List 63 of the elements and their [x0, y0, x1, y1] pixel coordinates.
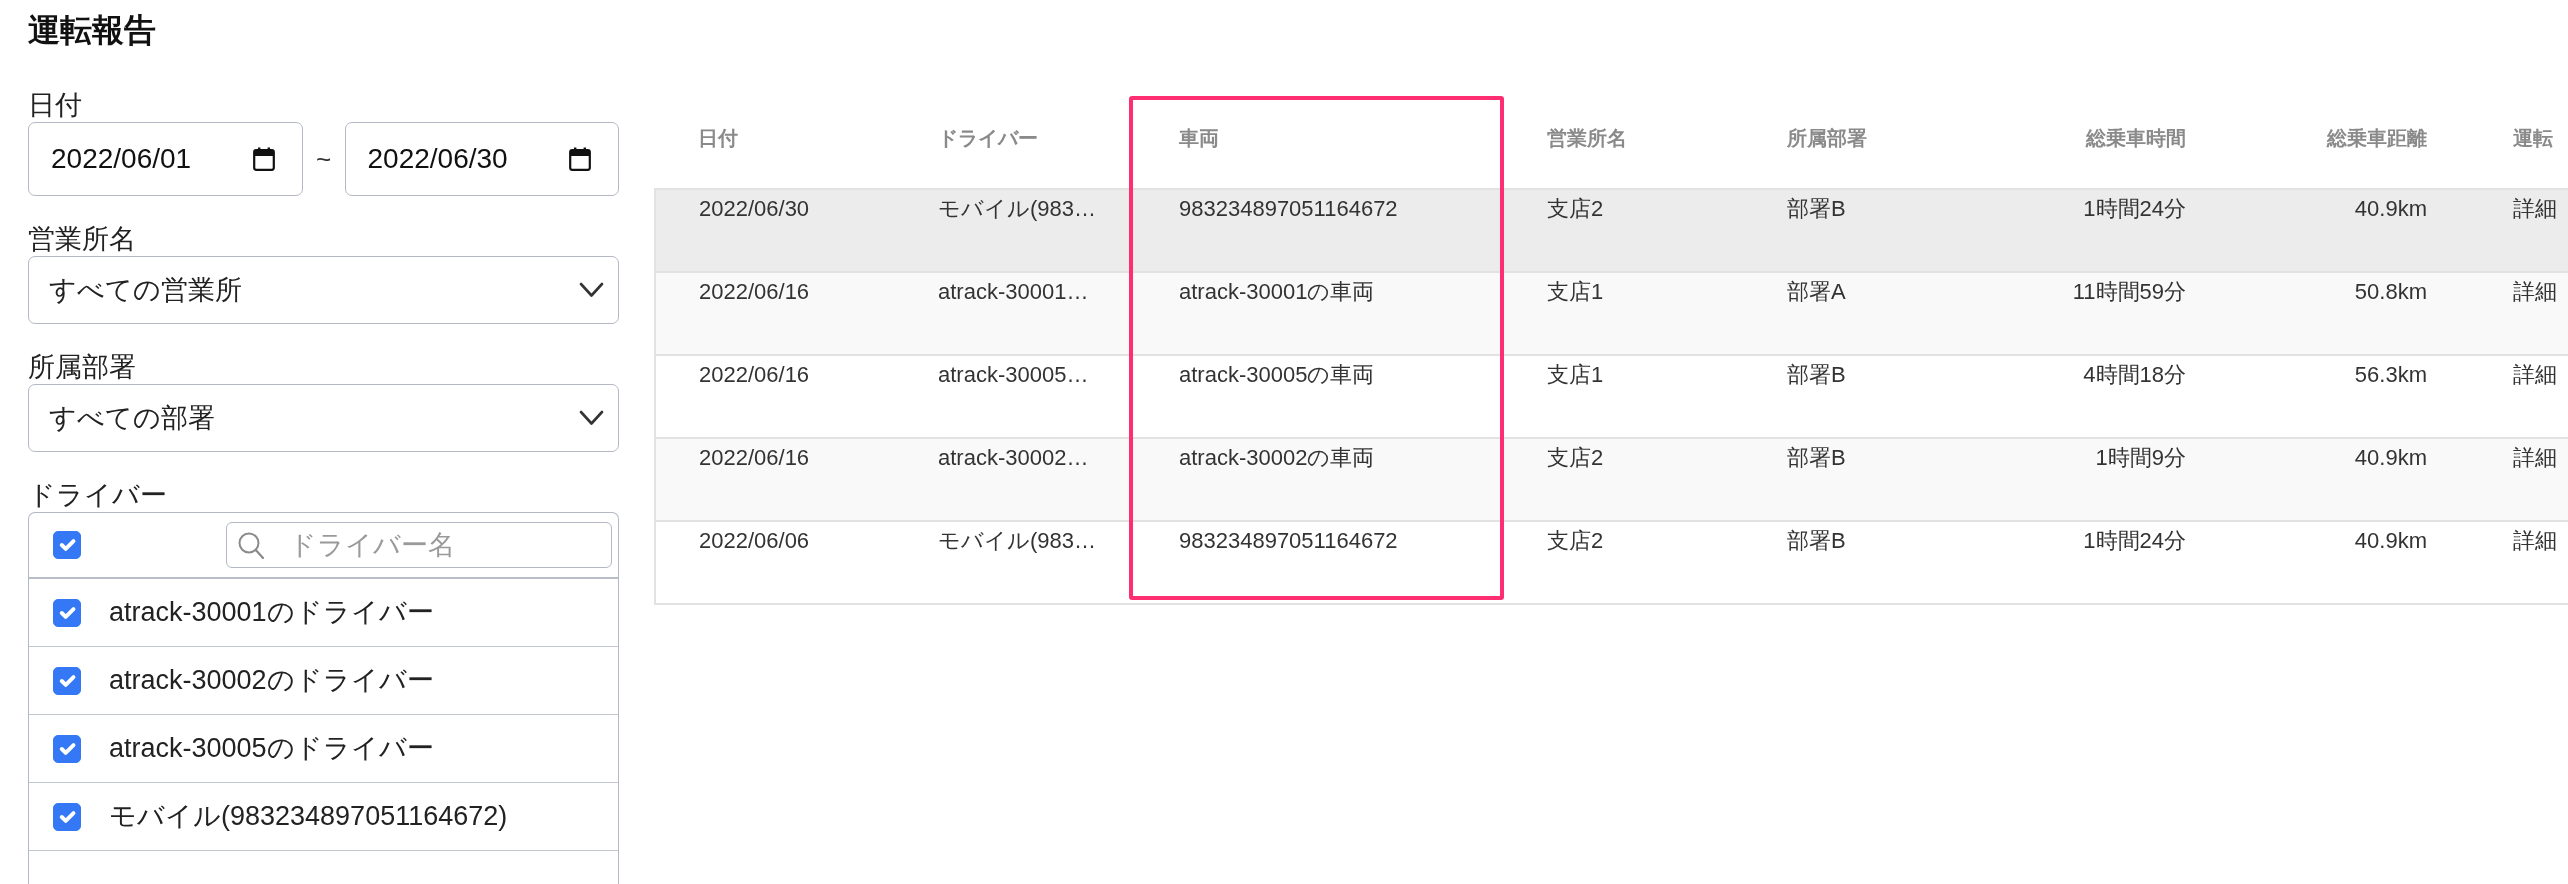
field-label: 所属部署 [28, 351, 136, 384]
calendar-icon [569, 147, 591, 171]
details-link[interactable]: 詳細 [2513, 528, 2557, 553]
field-label: 日付 [28, 89, 82, 122]
table-cell: 部署B [1744, 438, 1984, 521]
chevron-down-icon [579, 410, 604, 426]
search-field[interactable]: ドライバー名 [226, 522, 612, 568]
office-select[interactable]: すべての営業所 [28, 256, 619, 324]
driver-name: atrack-30005のドライバー [109, 732, 434, 766]
table-cell: 40.9km [2229, 438, 2470, 521]
table-cell: 支店1 [1504, 355, 1744, 438]
table-cell: 支店1 [1504, 272, 1744, 355]
range-separator: ~ [314, 142, 333, 176]
search-icon [238, 532, 264, 559]
table-cell: 56.3km [2229, 355, 2470, 438]
table-cell: 1時間24分 [1984, 521, 2229, 604]
table-row[interactable]: 2022/06/16 atrack-30001… atrack-30001の車両 支店1 部署A 11時間59分 50.8km 詳細 [655, 272, 2568, 355]
table-cell: 1時間9分 [1984, 438, 2229, 521]
table-row[interactable]: 2022/06/16 atrack-30002… atrack-30002の車両 支店2 部署B 1時間9分 40.9km 詳細 [655, 438, 2568, 521]
chevron-down-icon [579, 282, 604, 298]
page-title: 運転報告 [28, 11, 156, 50]
checkbox[interactable] [53, 734, 81, 763]
table-cell: 2022/06/06 [655, 521, 895, 604]
date-field[interactable]: 2022/06/30 [344, 122, 619, 196]
select-all-checkbox[interactable] [53, 531, 81, 559]
table-cell: 部署B [1744, 521, 1984, 604]
table-cell: モバイル(983… [895, 189, 1136, 272]
calendar-icon [252, 147, 275, 171]
checkbox[interactable] [53, 598, 81, 627]
table-cell: 部署B [1744, 189, 1984, 272]
details-link[interactable]: 詳細 [2513, 362, 2557, 387]
field-label: 営業所名 [28, 223, 136, 256]
table-cell: 40.9km [2229, 521, 2470, 604]
table-cell: 2022/06/16 [655, 438, 895, 521]
table-cell: atrack-30001… [895, 272, 1136, 355]
table-cell: 1時間24分 [1984, 189, 2229, 272]
table-row[interactable]: 2022/06/06 モバイル(983… 983234897051164672 支店2 部署B 1時間24分 40.9km 詳細 [655, 521, 2568, 604]
table-cell: 2022/06/16 [655, 355, 895, 438]
table-cell: 40.9km [2229, 189, 2470, 272]
date-field[interactable]: 2022/06/01 [28, 122, 303, 196]
details-link[interactable]: 詳細 [2513, 196, 2557, 221]
details-link[interactable]: 詳細 [2513, 279, 2557, 304]
driver-name: atrack-30001のドライバー [109, 596, 434, 630]
table-cell: 2022/06/16 [655, 272, 895, 355]
table-row[interactable]: 2022/06/16 atrack-30005… atrack-30005の車両 支店1 部署B 4時間18分 56.3km 詳細 [655, 355, 2568, 438]
table-cell: 支店2 [1504, 438, 1744, 521]
department-select[interactable]: すべての部署 [28, 384, 619, 452]
table-cell: 2022/06/30 [655, 189, 895, 272]
driver-name: モバイル(983234897051164672) [109, 800, 508, 834]
driver-name: atrack-30002のドライバー [109, 664, 434, 698]
table-cell: atrack-30002… [895, 438, 1136, 521]
field-label: ドライバー [28, 479, 167, 512]
table-cell: 4時間18分 [1984, 355, 2229, 438]
details-link[interactable]: 詳細 [2513, 445, 2557, 470]
table-cell: 部署A [1744, 272, 1984, 355]
table-cell: 支店2 [1504, 521, 1744, 604]
table-cell: 部署B [1744, 355, 1984, 438]
checkbox[interactable] [53, 666, 81, 695]
checkbox[interactable] [53, 802, 81, 831]
table-cell: 11時間59分 [1984, 272, 2229, 355]
table-cell: 支店2 [1504, 189, 1744, 272]
table-row[interactable]: 2022/06/30 モバイル(983… 983234897051164672 支店2 部署B 1時間24分 40.9km 詳細 [655, 189, 2568, 272]
table-cell: 50.8km [2229, 272, 2470, 355]
